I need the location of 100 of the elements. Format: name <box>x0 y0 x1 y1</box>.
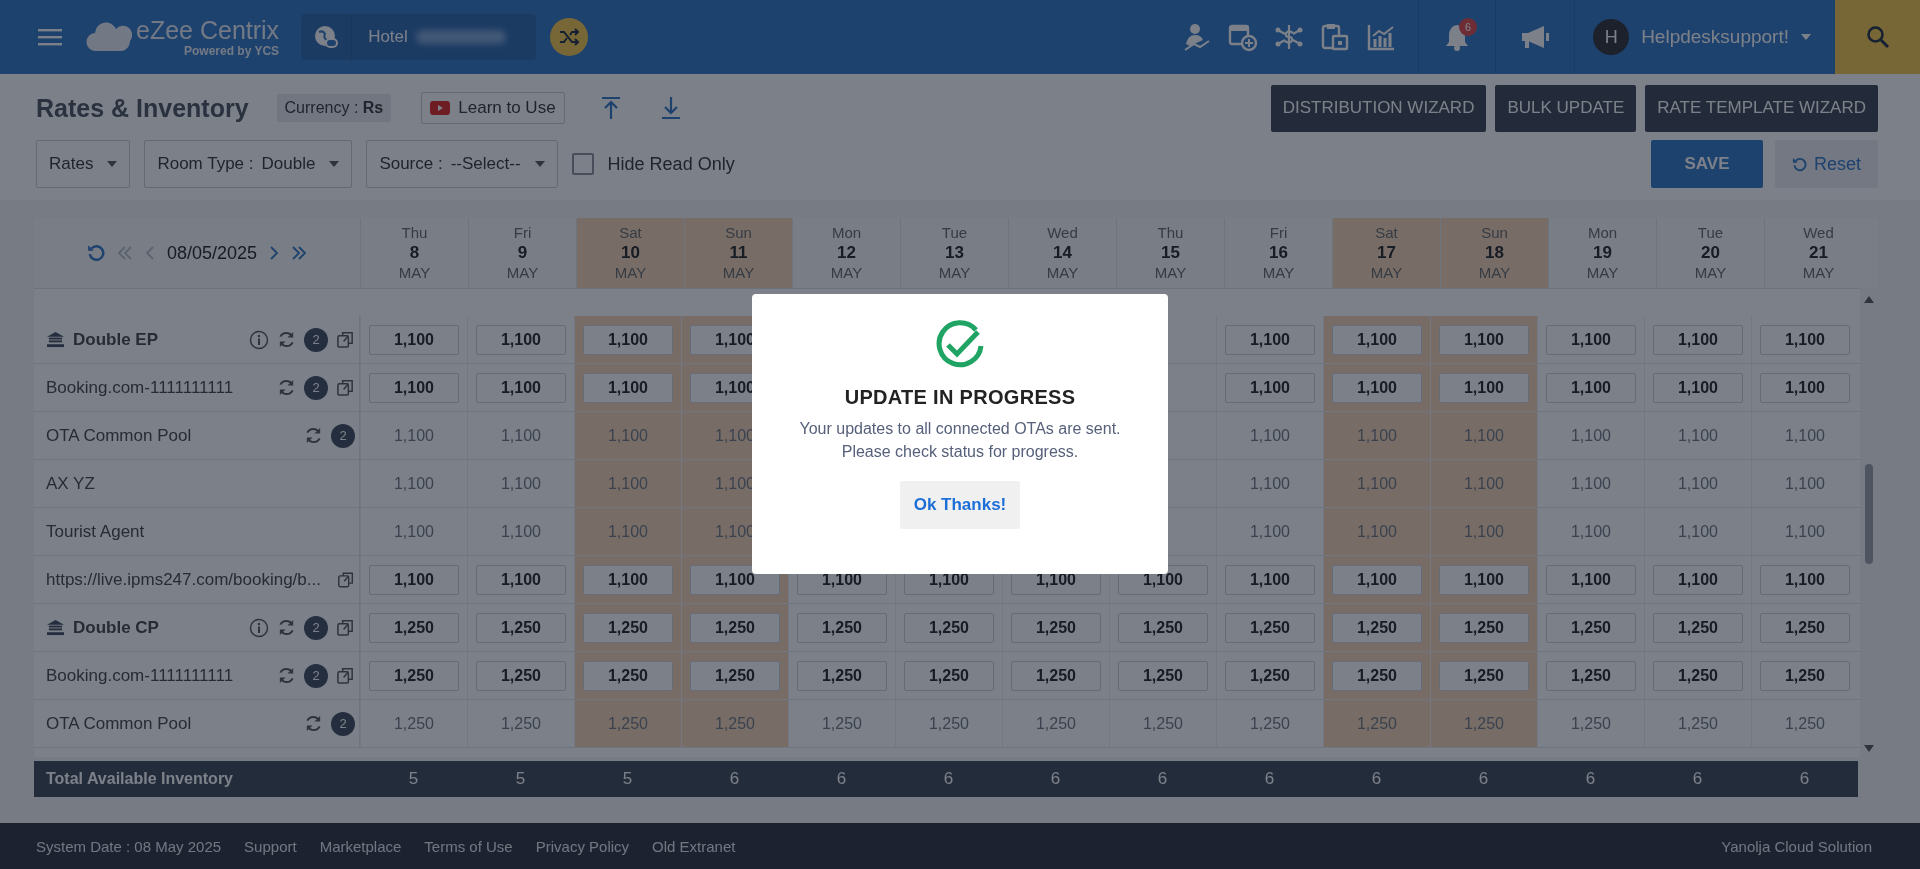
reset-button[interactable]: Reset <box>1775 140 1878 188</box>
count-badge[interactable]: 2 <box>331 423 355 448</box>
rate-input[interactable]: 1,100 <box>1332 564 1422 595</box>
copy-icon[interactable] <box>336 378 355 397</box>
footer-link[interactable]: Old Extranet <box>652 837 736 855</box>
double-chevron-right-icon[interactable] <box>291 245 308 261</box>
rate-input[interactable]: 1,250 <box>904 660 994 691</box>
footer-link[interactable]: Terms of Use <box>424 837 513 855</box>
rate-input[interactable]: 1,100 <box>1653 372 1743 403</box>
rate-input[interactable]: 1,250 <box>797 612 887 643</box>
rate-input[interactable]: 1,100 <box>1439 324 1529 355</box>
rate-input[interactable]: 1,250 <box>1760 660 1850 691</box>
sync-icon[interactable] <box>304 714 323 733</box>
filter-dropdown[interactable]: Room Type : Double <box>144 140 353 188</box>
wizard-button[interactable]: DISTRIBUTION WIZARD <box>1270 84 1487 132</box>
rate-input[interactable]: 1,100 <box>583 372 673 403</box>
rate-input[interactable]: 1,100 <box>1760 324 1850 355</box>
rate-input[interactable]: 1,100 <box>476 564 566 595</box>
rate-input[interactable]: 1,250 <box>1332 660 1422 691</box>
rate-input[interactable]: 1,250 <box>1011 660 1101 691</box>
filter-dropdown[interactable]: Rates <box>36 140 131 188</box>
rate-input[interactable]: 1,100 <box>369 564 459 595</box>
count-badge[interactable]: 2 <box>304 615 328 640</box>
bar-chart-icon[interactable] <box>1366 22 1397 52</box>
copy-icon[interactable] <box>336 618 355 637</box>
rate-input[interactable]: 1,100 <box>476 324 566 355</box>
filter-dropdown[interactable]: Source : --Select-- <box>366 140 558 188</box>
rate-input[interactable]: 1,250 <box>1760 612 1850 643</box>
search-button[interactable] <box>1835 0 1920 74</box>
checkbox[interactable] <box>571 153 594 175</box>
scroll-thumb[interactable] <box>1865 464 1873 564</box>
rate-input[interactable]: 1,250 <box>1653 612 1743 643</box>
footer-link[interactable]: Marketplace <box>319 837 402 855</box>
rate-input[interactable]: 1,250 <box>476 612 566 643</box>
rate-input[interactable]: 1,100 <box>369 372 459 403</box>
footer-link[interactable]: Support <box>244 837 297 855</box>
rate-input[interactable]: 1,100 <box>1653 324 1743 355</box>
clipboard-calendar-icon[interactable] <box>1320 22 1351 52</box>
rate-input[interactable]: 1,250 <box>1546 660 1636 691</box>
copy-icon[interactable] <box>336 330 355 349</box>
shuffle-icon[interactable] <box>550 18 589 56</box>
count-badge[interactable]: 2 <box>304 663 328 688</box>
rate-input[interactable]: 1,250 <box>583 612 673 643</box>
upload-icon[interactable] <box>600 96 621 120</box>
rate-input[interactable]: 1,250 <box>369 660 459 691</box>
sync-icon[interactable] <box>277 378 296 397</box>
rate-input[interactable]: 1,100 <box>1225 372 1315 403</box>
rate-input[interactable]: 1,100 <box>476 372 566 403</box>
chevron-right-icon[interactable] <box>269 245 280 261</box>
rate-input[interactable]: 1,250 <box>369 612 459 643</box>
rate-input[interactable]: 1,100 <box>1653 564 1743 595</box>
count-badge[interactable]: 2 <box>331 711 355 736</box>
rate-input[interactable]: 1,250 <box>1439 660 1529 691</box>
learn-to-use-button[interactable]: Learn to Use <box>421 92 565 124</box>
rate-input[interactable]: 1,100 <box>690 564 780 595</box>
wizard-button[interactable]: BULK UPDATE <box>1495 84 1637 132</box>
rate-input[interactable]: 1,100 <box>1225 564 1315 595</box>
rate-input[interactable]: 1,250 <box>1118 660 1208 691</box>
download-icon[interactable] <box>660 96 681 120</box>
info-icon[interactable] <box>249 329 269 350</box>
dollar-network-icon[interactable] <box>1274 22 1305 52</box>
rate-input[interactable]: 1,250 <box>1653 660 1743 691</box>
sync-icon[interactable] <box>277 330 296 349</box>
sync-icon[interactable] <box>277 618 296 637</box>
rate-input[interactable]: 1,100 <box>1546 372 1636 403</box>
wizard-button[interactable]: RATE TEMPLATE WIZARD <box>1645 84 1878 132</box>
scroll-down-icon[interactable] <box>1863 744 1875 754</box>
rate-input[interactable]: 1,100 <box>1546 564 1636 595</box>
rate-input[interactable]: 1,250 <box>1118 612 1208 643</box>
rate-input[interactable]: 1,100 <box>583 324 673 355</box>
rate-input[interactable]: 1,250 <box>1546 612 1636 643</box>
rate-input[interactable]: 1,250 <box>690 660 780 691</box>
rate-input[interactable]: 1,250 <box>1225 612 1315 643</box>
menu-icon[interactable] <box>38 28 62 46</box>
count-badge[interactable]: 2 <box>304 375 328 400</box>
rate-input[interactable]: 1,100 <box>1332 324 1422 355</box>
rate-input[interactable]: 1,250 <box>476 660 566 691</box>
rate-input[interactable]: 1,100 <box>1439 372 1529 403</box>
copy-icon[interactable] <box>336 666 355 685</box>
rate-input[interactable]: 1,250 <box>1439 612 1529 643</box>
scroll-up-icon[interactable] <box>1863 294 1875 304</box>
rate-input[interactable]: 1,100 <box>1760 564 1850 595</box>
megaphone-icon[interactable] <box>1520 24 1551 50</box>
sync-icon[interactable] <box>277 666 296 685</box>
rate-input[interactable]: 1,100 <box>583 564 673 595</box>
refresh-icon[interactable] <box>86 244 105 262</box>
rate-input[interactable]: 1,100 <box>1439 564 1529 595</box>
rate-input[interactable]: 1,250 <box>1011 612 1101 643</box>
rate-input[interactable]: 1,100 <box>1225 324 1315 355</box>
rate-input[interactable]: 1,100 <box>1332 372 1422 403</box>
rate-input[interactable]: 1,250 <box>904 612 994 643</box>
rate-input[interactable]: 1,100 <box>369 324 459 355</box>
rate-input[interactable]: 1,250 <box>1225 660 1315 691</box>
date-label[interactable]: 08/05/2025 <box>166 242 258 264</box>
user-menu[interactable]: H Helpdesksupport! <box>1575 0 1835 74</box>
rate-input[interactable]: 1,250 <box>1332 612 1422 643</box>
rate-input[interactable]: 1,100 <box>1546 324 1636 355</box>
calendar-add-icon[interactable] <box>1228 22 1259 52</box>
save-button[interactable]: SAVE <box>1651 140 1763 188</box>
info-icon[interactable] <box>249 617 269 638</box>
